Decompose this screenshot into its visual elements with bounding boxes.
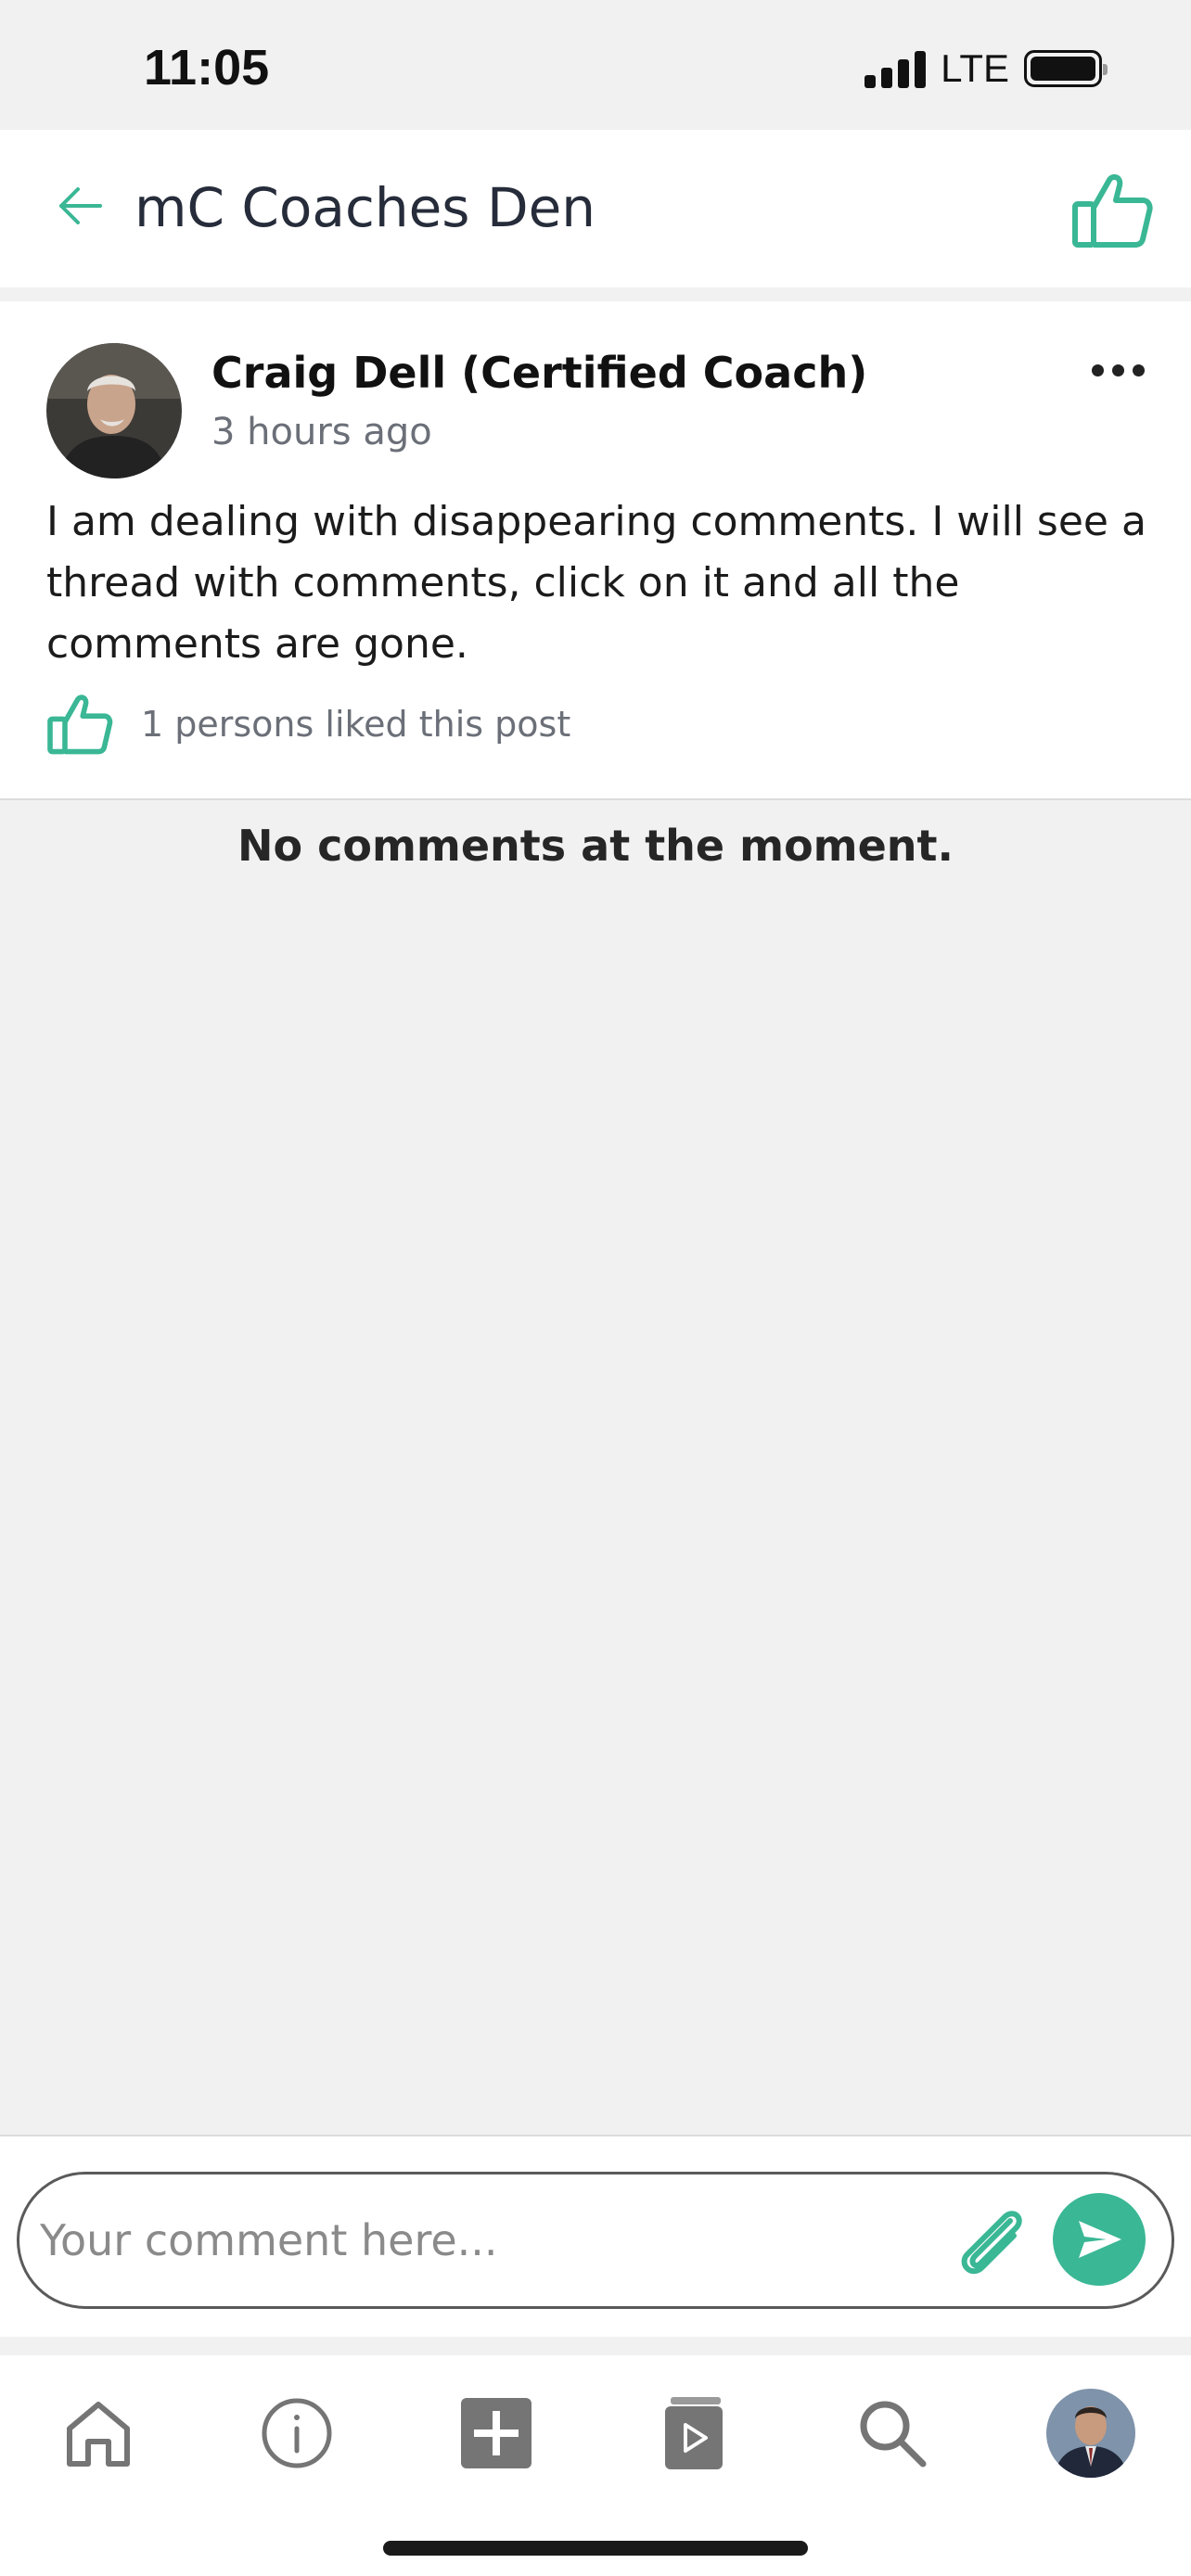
dot-icon [1092, 364, 1104, 376]
author-name[interactable]: Craig Dell (Certified Coach) [211, 348, 867, 398]
comment-box [17, 2172, 1174, 2309]
post-time: 3 hours ago [211, 411, 432, 453]
thumbs-up-icon [47, 695, 113, 755]
status-time: 11:05 [144, 40, 270, 96]
info-icon [262, 2398, 332, 2468]
like-row: 1 persons liked this post [46, 691, 570, 758]
tab-profile[interactable] [1044, 2387, 1137, 2480]
author-avatar[interactable] [46, 343, 182, 478]
no-comments-message: No comments at the moment. [237, 821, 954, 871]
back-button[interactable] [52, 176, 111, 236]
add-icon [461, 2398, 531, 2468]
comment-input[interactable] [40, 2199, 930, 2282]
tab-search[interactable] [846, 2387, 939, 2480]
dot-icon [1133, 364, 1145, 376]
attach-button[interactable] [949, 2199, 1034, 2284]
status-indicators: LTE [864, 46, 1108, 91]
tab-info[interactable] [250, 2387, 343, 2480]
arrow-left-icon [59, 187, 102, 224]
video-library-icon [665, 2397, 723, 2469]
status-bar: 11:05 LTE [0, 0, 1191, 130]
like-button[interactable] [1070, 169, 1154, 252]
thumbs-up-icon [1072, 173, 1153, 248]
home-icon [67, 2402, 130, 2467]
page-title: mC Coaches Den [134, 176, 596, 239]
likes-count-text[interactable]: 1 persons liked this post [141, 704, 570, 745]
post-body: I am dealing with disappearing comments.… [46, 498, 1146, 668]
more-options-button[interactable] [1092, 364, 1145, 376]
bottom-tab-bar [0, 2355, 1191, 2576]
profile-avatar [1046, 2389, 1135, 2478]
battery-icon [1024, 50, 1108, 87]
dot-icon [1112, 364, 1124, 376]
signal-icon [864, 49, 927, 88]
send-icon [1079, 2221, 1121, 2258]
comment-composer [0, 2135, 1191, 2337]
post-card: Craig Dell (Certified Coach) 3 hours ago… [0, 301, 1191, 800]
post-like-button[interactable] [46, 691, 113, 758]
tab-home[interactable] [52, 2387, 145, 2480]
tab-library[interactable] [647, 2387, 740, 2480]
search-icon [860, 2401, 927, 2468]
network-type: LTE [941, 46, 1009, 90]
header: mC Coaches Den [0, 130, 1191, 287]
tab-add[interactable] [450, 2387, 543, 2480]
paperclip-icon [961, 2211, 1022, 2275]
home-indicator [383, 2541, 808, 2556]
send-button[interactable] [1053, 2193, 1146, 2286]
